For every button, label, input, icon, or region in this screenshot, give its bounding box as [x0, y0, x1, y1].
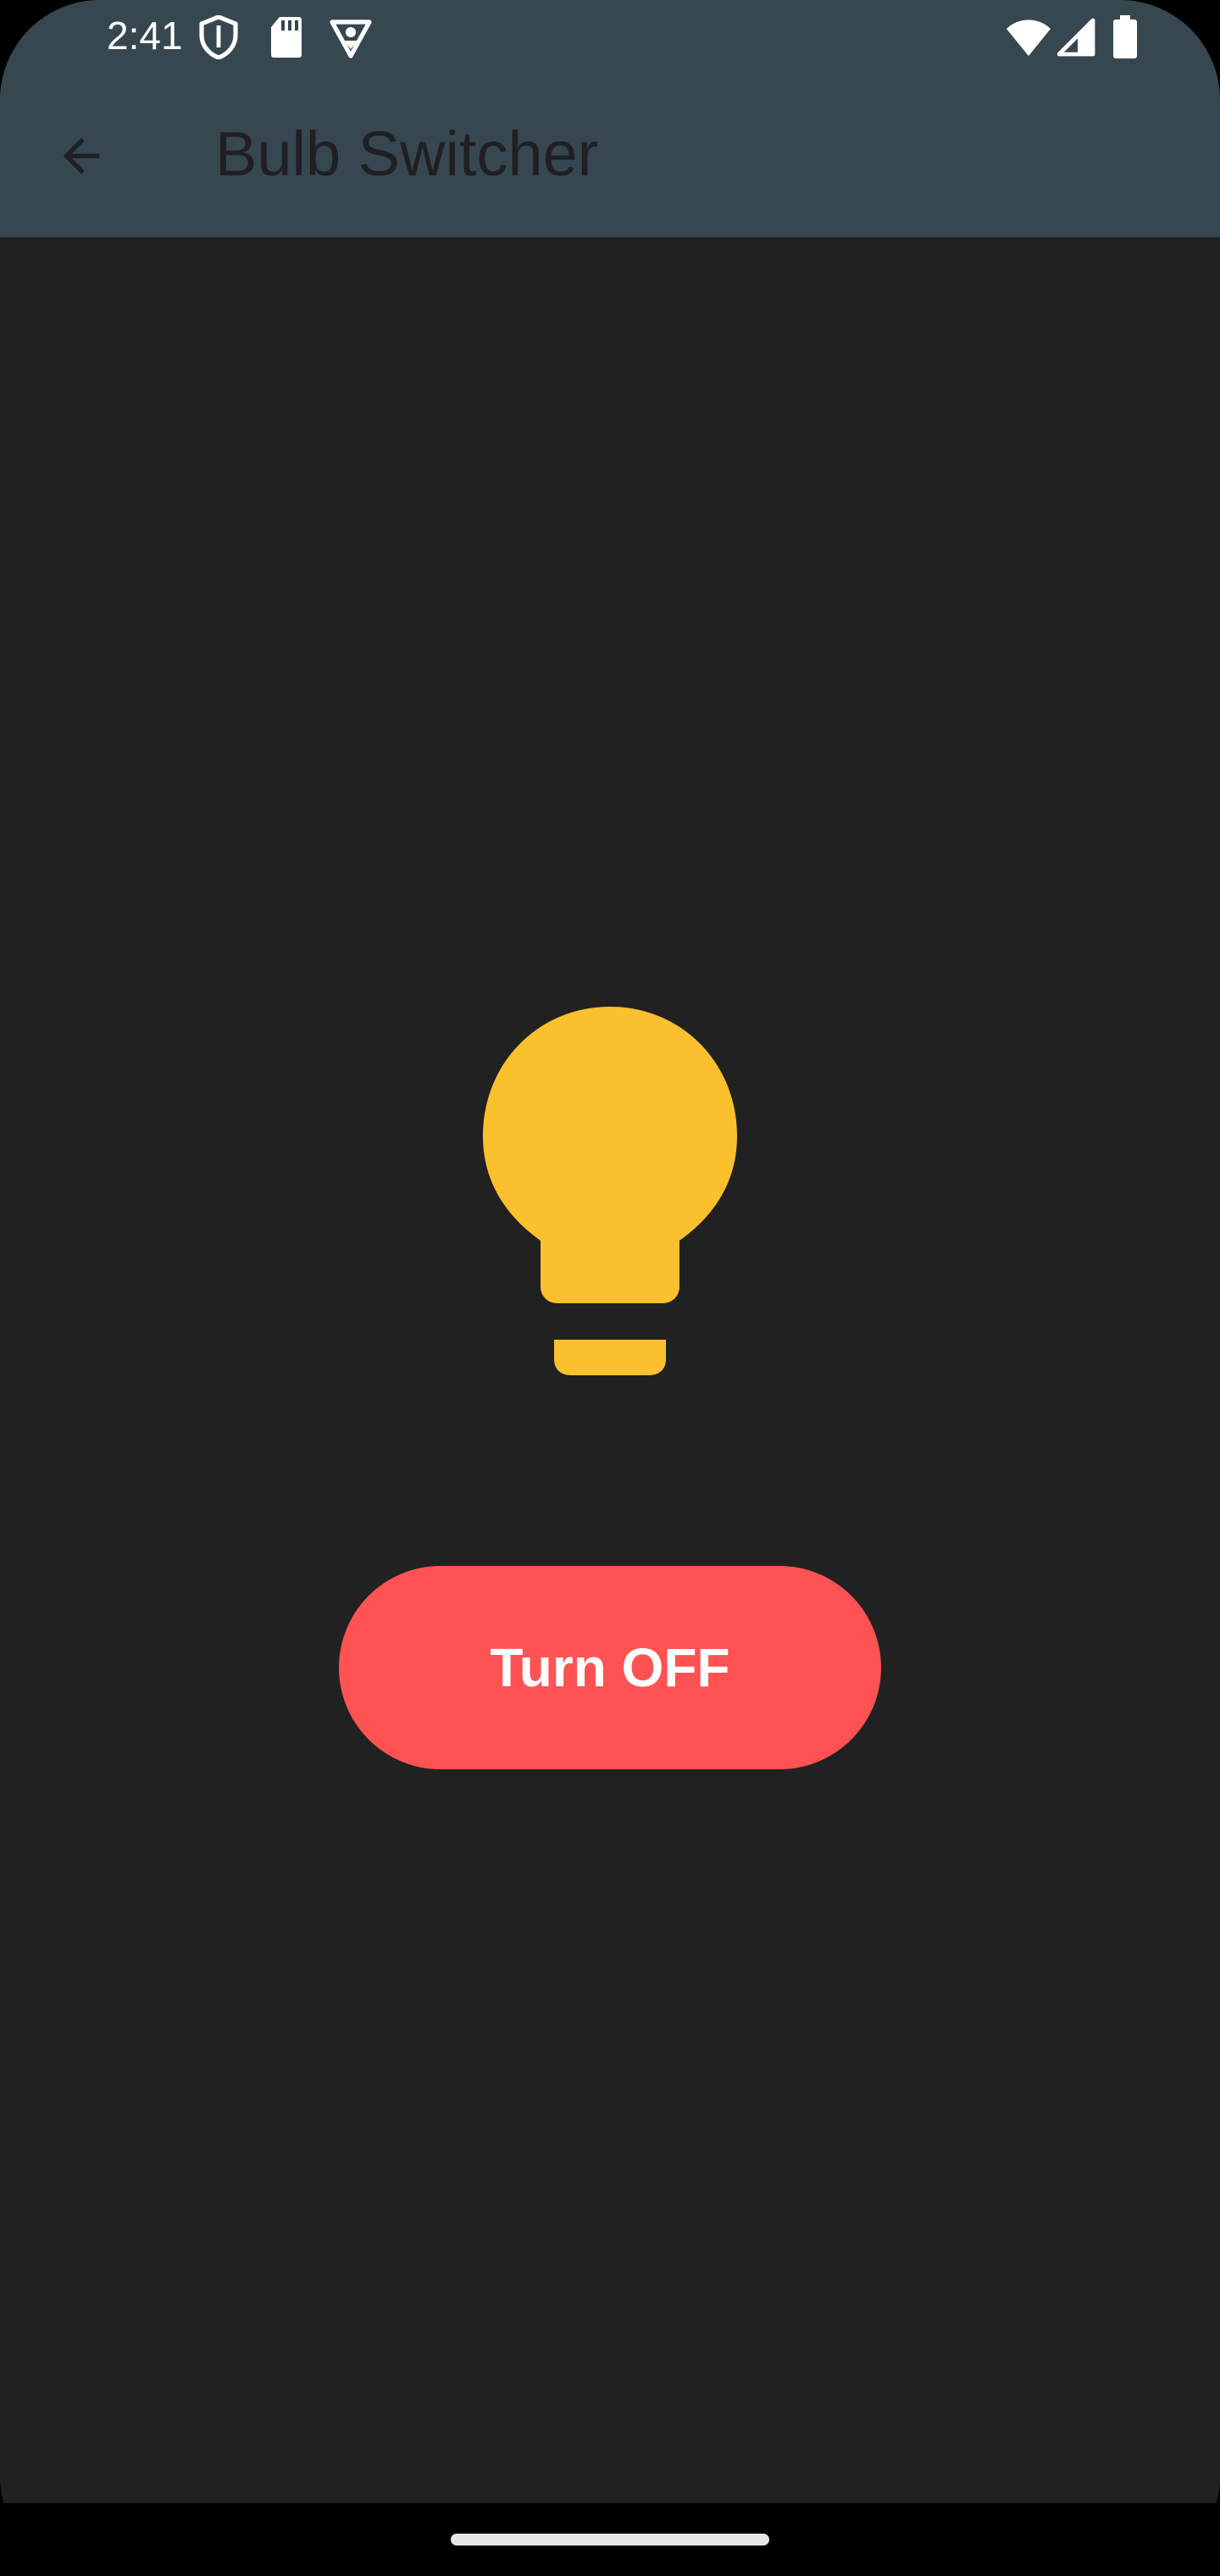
- battery-icon: [1113, 15, 1137, 58]
- vpn-key-icon: [330, 19, 372, 58]
- turn-off-button[interactable]: Turn OFF: [339, 1566, 881, 1769]
- arrow-back-icon: [63, 137, 100, 175]
- back-button[interactable]: [44, 119, 119, 193]
- wifi-icon: [1006, 19, 1051, 56]
- home-gesture-bar[interactable]: [451, 2534, 769, 2545]
- app-bar: Bulb Switcher: [0, 71, 1220, 237]
- app-title: Bulb Switcher: [215, 119, 599, 189]
- navigation-bar: [0, 2503, 1220, 2576]
- shield-icon: [199, 15, 238, 59]
- lightbulb-icon: [483, 1007, 737, 1375]
- main-content: Turn OFF: [0, 237, 1220, 2503]
- status-time: 2:41: [107, 14, 183, 58]
- cell-signal-icon: [1057, 18, 1095, 57]
- sd-card-icon: [271, 17, 302, 58]
- phone-screen: 2:41 Bulb Switcher Turn OFF: [0, 0, 1220, 2576]
- status-bar: 2:41: [0, 0, 1220, 71]
